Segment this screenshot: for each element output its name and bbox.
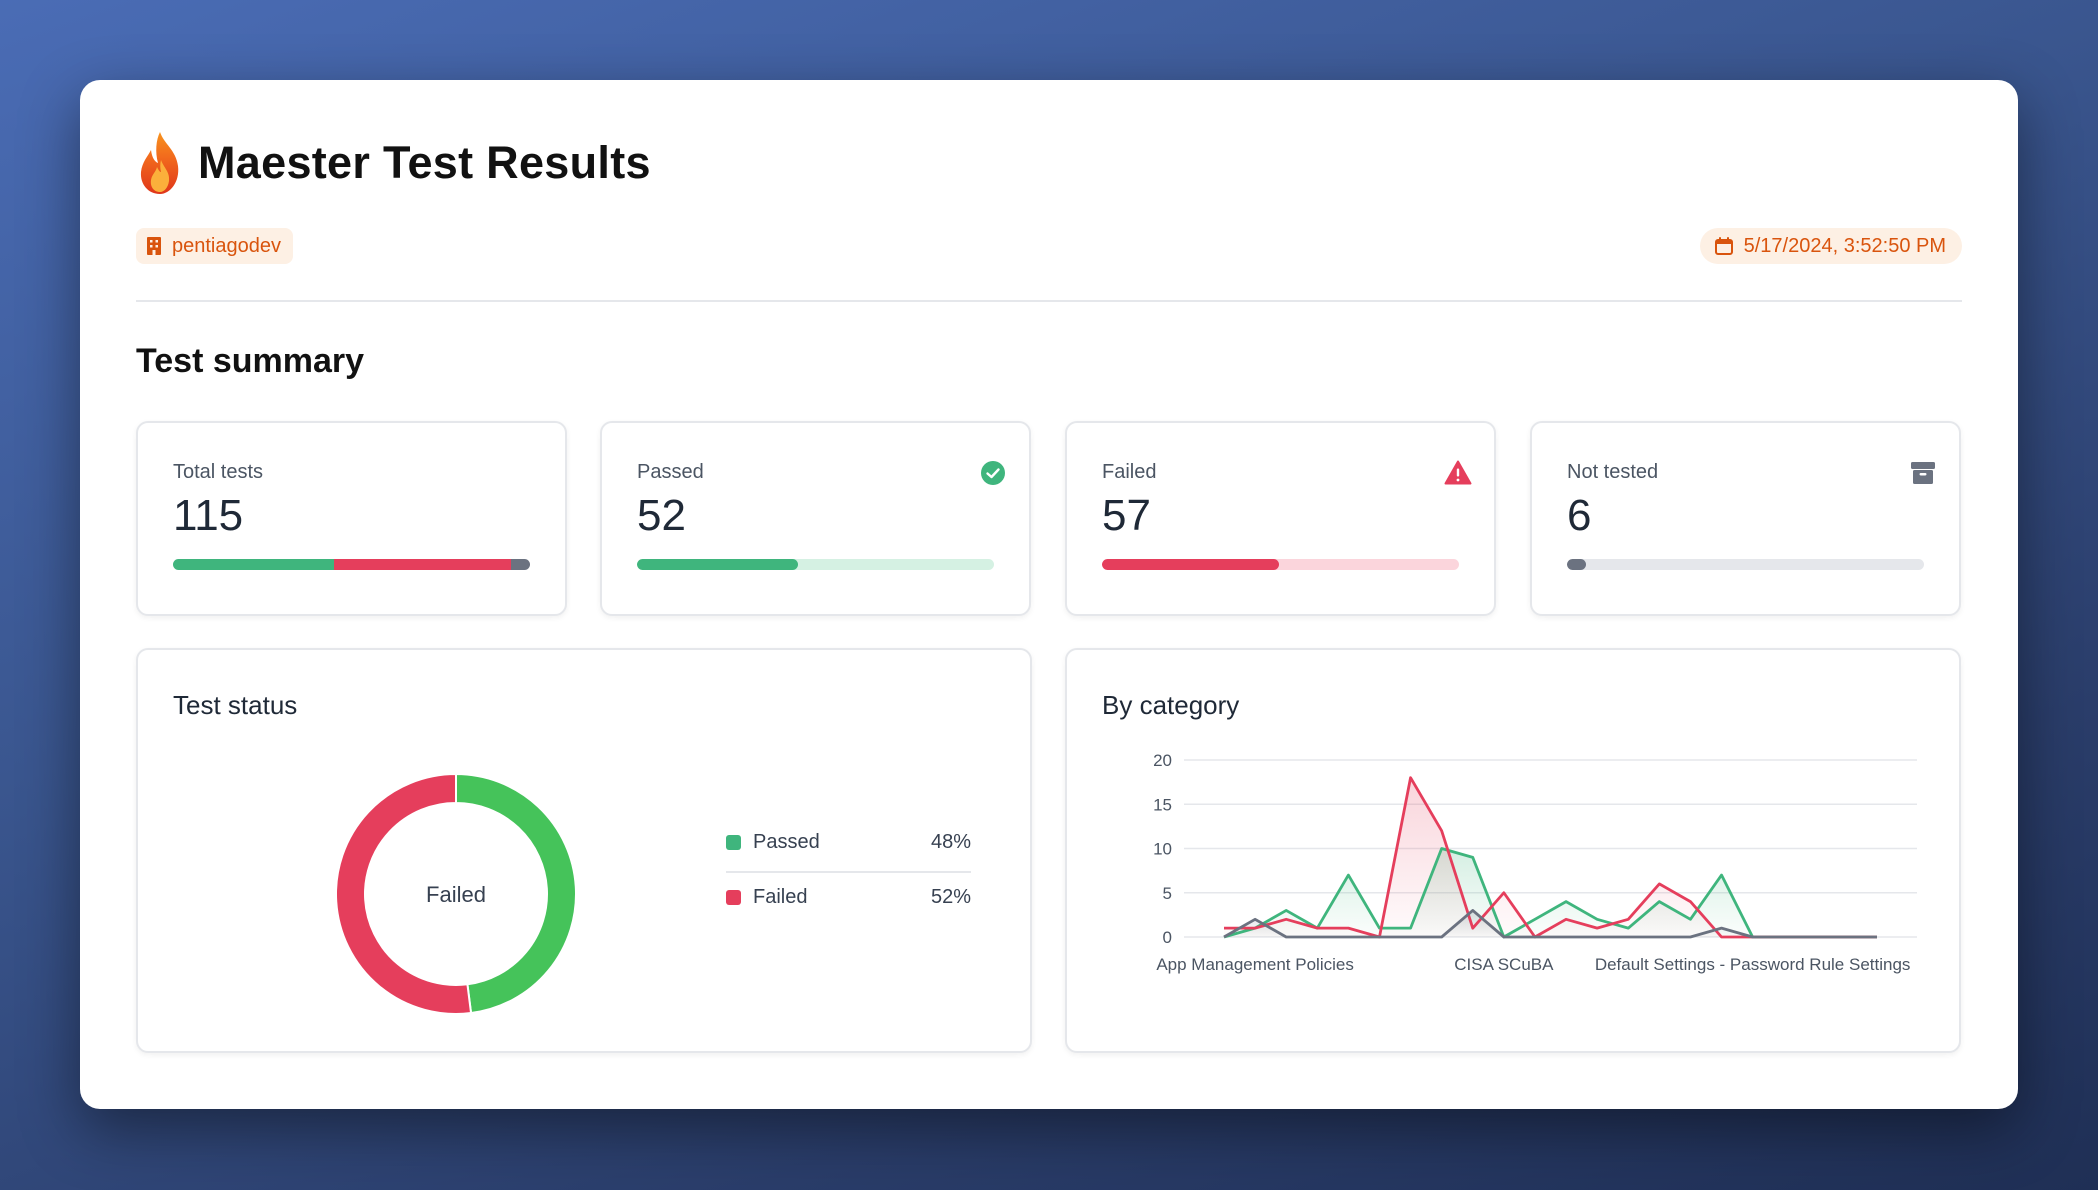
y-tick-label: 10 [1153, 840, 1172, 859]
tenant-name: pentiagodev [172, 234, 281, 257]
x-tick-label: Default Settings - Password Rule Setting… [1595, 955, 1911, 974]
passed-fill [637, 559, 799, 570]
failed-progress-bar [1102, 559, 1459, 570]
stat-label: Passed [637, 461, 704, 483]
x-tick-label: App Management Policies [1156, 955, 1354, 974]
failed-fill [1102, 559, 1280, 570]
total-progress-bar [173, 559, 530, 570]
test-status-donut: Failed [335, 772, 577, 1015]
panel-title: By category [1102, 690, 1240, 720]
legend-pct: 48% [930, 830, 971, 853]
results-card: Maester Test Results pentiagodev 5/17/20… [80, 80, 2018, 1109]
header-divider [136, 300, 1962, 302]
not-tested-segment [511, 559, 530, 570]
stat-card-failed: Failed 57 [1065, 421, 1496, 616]
not-tested-progress-bar [1567, 559, 1924, 570]
check-circle-icon [981, 461, 1005, 485]
y-tick-label: 0 [1163, 928, 1172, 947]
panel-title: Test status [173, 690, 298, 720]
test-status-panel: Test status Failed Passed 48% Failed 52% [136, 648, 1032, 1053]
stat-value: 6 [1567, 491, 1592, 540]
passed-segment [173, 559, 335, 570]
flame-icon [140, 132, 179, 194]
section-title: Test summary [136, 342, 365, 380]
y-tick-label: 5 [1163, 884, 1172, 903]
stat-card-total: Total tests 115 [136, 421, 567, 616]
category-area-chart: 0 5 10 15 20 App Management Policies CISA SCuB… [1153, 751, 1917, 974]
legend-swatch [726, 889, 741, 905]
legend-swatch [726, 834, 741, 850]
legend-label: Failed [753, 885, 808, 908]
stat-card-not-tested: Not tested 6 [1530, 421, 1961, 616]
failed-segment [334, 559, 512, 570]
legend-pct: 52% [930, 885, 971, 908]
building-icon [147, 237, 161, 255]
legend-label: Passed [753, 830, 820, 853]
y-tick-label: 20 [1153, 751, 1172, 770]
stat-value: 57 [1102, 491, 1151, 540]
y-tick-label: 15 [1153, 795, 1172, 814]
tenant-badge: pentiagodev [136, 228, 293, 264]
x-tick-label: CISA SCuBA [1454, 955, 1554, 974]
donut-center-label: Failed [426, 882, 486, 907]
legend-divider [726, 871, 971, 873]
passed-progress-bar [637, 559, 994, 570]
header: Maester Test Results [136, 130, 651, 196]
date-badge: 5/17/2024, 3:52:50 PM [1699, 228, 1962, 264]
legend-item-failed: Failed 52% [726, 877, 971, 917]
report-datetime: 5/17/2024, 3:52:50 PM [1743, 234, 1946, 257]
stat-label: Not tested [1567, 461, 1659, 483]
stat-label: Failed [1102, 461, 1157, 483]
category-panel: By category 0 5 10 15 20 App Management Polic… [1065, 648, 1961, 1053]
calendar-icon [1714, 237, 1733, 255]
archive-icon [1911, 462, 1935, 484]
stat-label: Total tests [173, 461, 264, 483]
not-tested-fill [1567, 559, 1586, 570]
warning-triangle-icon [1444, 460, 1472, 485]
legend-item-passed: Passed 48% [726, 822, 971, 862]
page-title: Maester Test Results [198, 137, 651, 188]
stat-value: 52 [637, 491, 686, 540]
stat-value: 115 [173, 491, 244, 540]
stat-card-passed: Passed 52 [600, 421, 1031, 616]
